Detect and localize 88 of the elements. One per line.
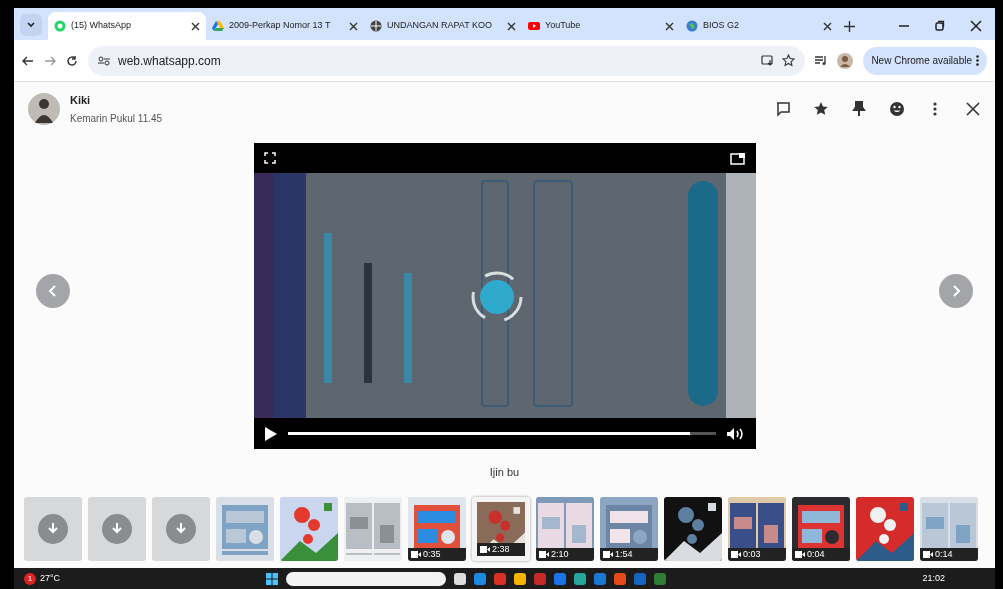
star-icon[interactable]	[813, 101, 829, 117]
new-tab-button[interactable]	[844, 21, 855, 32]
close-icon[interactable]	[349, 21, 358, 31]
media-thumbnail[interactable]: 0:35	[408, 496, 466, 561]
site-settings-icon[interactable]	[98, 55, 110, 66]
message-icon[interactable]	[775, 101, 791, 117]
message-time: Kemarin Pukul 11.45	[70, 111, 163, 126]
video-camera-icon	[411, 550, 421, 558]
app-icon[interactable]	[574, 572, 587, 585]
media-thumbnail[interactable]	[24, 496, 82, 561]
video-duration: 2:38	[492, 544, 510, 554]
video-camera-icon	[731, 550, 741, 558]
media-thumbnail[interactable]	[344, 496, 402, 561]
close-icon[interactable]	[191, 21, 200, 31]
folder-icon[interactable]	[514, 572, 527, 585]
media-thumbnail[interactable]: 2:38	[472, 496, 530, 561]
pin-icon[interactable]	[851, 101, 867, 117]
video-duration: 1:54	[615, 549, 633, 559]
windows-icon[interactable]	[266, 572, 279, 585]
close-icon[interactable]	[823, 21, 832, 31]
reload-icon[interactable]	[66, 54, 78, 67]
play-icon[interactable]	[263, 425, 278, 442]
forward-icon[interactable]	[44, 54, 56, 67]
star-icon[interactable]	[782, 54, 796, 67]
plus-icon	[844, 21, 855, 32]
browser-tab[interactable]: (15) WhatsApp	[48, 12, 206, 40]
sender-name: Kiki	[70, 93, 91, 109]
media-thumbnail[interactable]: 2:10	[536, 496, 594, 561]
restore-icon[interactable]	[934, 20, 946, 32]
triangle-logo-icon	[212, 20, 224, 32]
avatar-icon[interactable]	[837, 52, 854, 69]
install-icon[interactable]	[761, 54, 775, 67]
chevron-right-icon	[951, 284, 961, 298]
address-bar[interactable]: web.whatsapp.com	[88, 45, 806, 76]
kebab-icon	[976, 55, 979, 66]
seek-bar[interactable]	[287, 432, 716, 435]
video-duration: 0:03	[743, 549, 761, 559]
video-duration: 2:10	[551, 549, 569, 559]
app-icon[interactable]	[454, 572, 467, 585]
video-camera-icon	[923, 550, 933, 558]
volume-icon[interactable]	[725, 426, 746, 441]
video-camera-icon	[795, 550, 805, 558]
media-thumbnail[interactable]: 0:04	[792, 496, 850, 561]
close-icon[interactable]	[970, 20, 982, 32]
video-duration: 0:35	[423, 549, 441, 559]
back-icon[interactable]	[22, 54, 34, 67]
close-icon[interactable]	[507, 21, 516, 31]
video-duration: 0:14	[935, 549, 953, 559]
search-field[interactable]	[286, 571, 447, 586]
globe-icon	[686, 20, 698, 32]
avatar	[28, 93, 60, 125]
chat-logo-icon	[54, 20, 66, 32]
browser-tab[interactable]: UNDANGAN RAPAT KOO	[364, 12, 522, 40]
clock: 21:02	[922, 571, 945, 585]
media-thumbnail[interactable]	[664, 496, 722, 561]
notification-badge: 1	[24, 572, 36, 585]
play-logo-icon	[528, 20, 540, 32]
browser-tab[interactable]: BIOS G2	[680, 12, 838, 40]
media-thumbnail[interactable]: 1:54	[600, 496, 658, 561]
close-icon[interactable]	[965, 101, 981, 117]
media-control-icon[interactable]	[815, 55, 828, 66]
browser-tab[interactable]: YouTube	[522, 12, 680, 40]
video-camera-icon	[603, 550, 613, 558]
fullscreen-icon[interactable]	[263, 152, 276, 164]
media-thumbnail[interactable]	[152, 496, 210, 561]
chevron-down-icon	[26, 20, 36, 30]
browser-tab[interactable]: 2009-Perkap Nomor 13 T	[206, 12, 364, 40]
video-camera-icon	[480, 545, 490, 553]
emoji-icon[interactable]	[889, 101, 905, 117]
media-thumbnail[interactable]	[216, 496, 274, 561]
chevron-left-icon	[48, 284, 58, 298]
download-icon	[102, 513, 132, 544]
media-thumbnail[interactable]	[88, 496, 146, 561]
close-icon[interactable]	[665, 21, 674, 31]
picture-in-picture-icon[interactable]	[729, 151, 746, 165]
media-thumbnail[interactable]	[856, 496, 914, 561]
update-button[interactable]: New Chrome available	[863, 46, 987, 75]
video-camera-icon	[539, 550, 549, 558]
tab-search-button[interactable]	[20, 14, 42, 36]
globe-icon	[370, 20, 382, 32]
video-duration: 0:04	[807, 549, 825, 559]
media-thumbnail[interactable]: 0:14	[920, 496, 978, 561]
temperature: 27°C	[40, 571, 61, 585]
caption: Ijin bu	[489, 465, 520, 480]
download-icon	[166, 513, 196, 544]
download-icon	[38, 513, 68, 544]
media-thumbnail[interactable]	[280, 496, 338, 561]
media-thumbnail[interactable]: 0:03	[728, 496, 786, 561]
